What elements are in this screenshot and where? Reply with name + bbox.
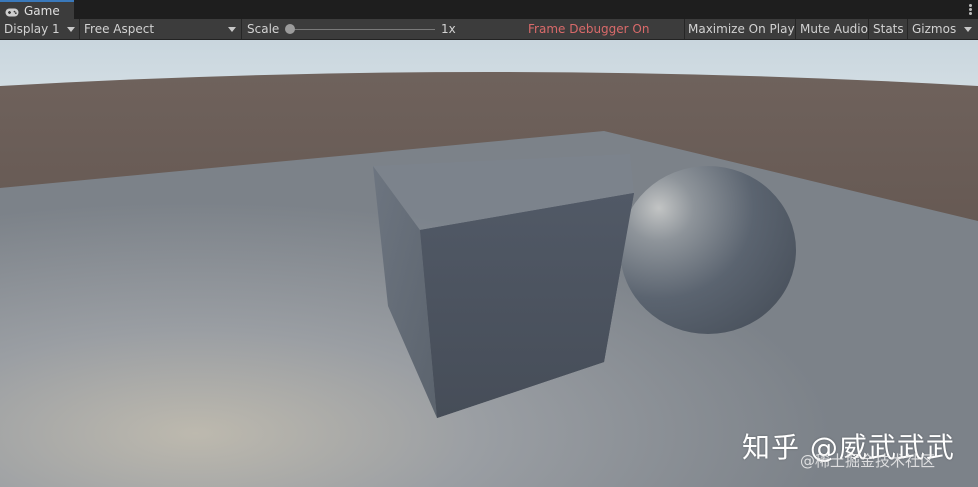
frame-debugger-text: Frame Debugger On xyxy=(528,22,650,36)
maximize-on-play-toggle[interactable]: Maximize On Play xyxy=(688,19,795,39)
aspect-dropdown-label: Free Aspect xyxy=(84,22,155,36)
mute-audio-toggle[interactable]: Mute Audio xyxy=(800,19,868,39)
tab-strip: Game xyxy=(0,0,978,19)
mute-audio-label: Mute Audio xyxy=(800,22,868,36)
display-chevron-down-icon[interactable] xyxy=(67,27,75,32)
gizmos-chevron-down-icon[interactable] xyxy=(964,27,972,32)
tab-game-label: Game xyxy=(24,3,60,18)
tab-game[interactable]: Game xyxy=(0,0,74,19)
gizmos-label: Gizmos xyxy=(912,22,957,36)
scale-slider-handle[interactable] xyxy=(285,24,295,34)
gizmos-toggle[interactable]: Gizmos xyxy=(912,19,956,39)
aspect-chevron-down-icon[interactable] xyxy=(228,27,236,32)
kebab-menu-icon[interactable] xyxy=(969,4,972,15)
scale-value-text: 1x xyxy=(441,22,456,36)
scene-render xyxy=(0,40,978,487)
stats-toggle[interactable]: Stats xyxy=(873,19,904,39)
scale-slider-track[interactable] xyxy=(292,29,435,30)
scale-label: Scale xyxy=(247,19,279,39)
scale-value: 1x xyxy=(441,19,456,39)
scale-label-text: Scale xyxy=(247,22,280,36)
frame-debugger-status: Frame Debugger On xyxy=(528,19,649,39)
maximize-on-play-label: Maximize On Play xyxy=(688,22,795,36)
gamepad-icon xyxy=(5,6,19,17)
display-dropdown-label: Display 1 xyxy=(4,22,60,36)
display-dropdown[interactable]: Display 1 xyxy=(4,19,60,39)
watermark-sub: @稀土掘金技术社区 xyxy=(800,452,936,470)
game-viewport[interactable] xyxy=(0,40,978,487)
game-toolbar: Display 1 Free Aspect Scale 1x Frame Deb… xyxy=(0,19,978,40)
aspect-dropdown[interactable]: Free Aspect xyxy=(84,19,154,39)
stats-label: Stats xyxy=(873,22,904,36)
